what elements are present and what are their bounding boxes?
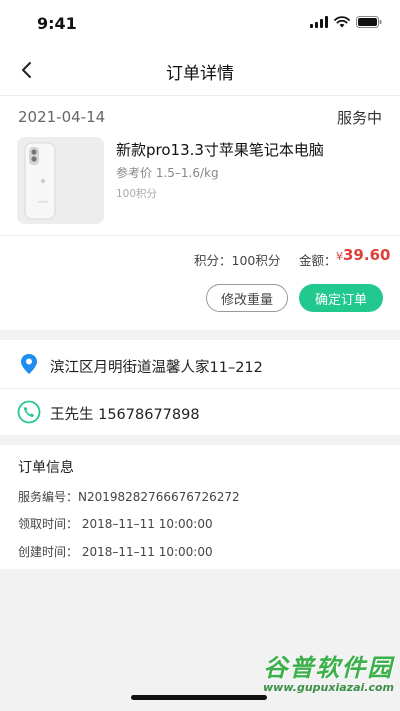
address-text: 滨江区月明街道温馨人家11–212	[50, 360, 263, 376]
navigation-bar: 订单详情	[0, 44, 400, 96]
contact-row[interactable]: 王先生 15678677898	[0, 389, 400, 435]
page-title: 订单详情	[166, 64, 234, 84]
edit-weight-button[interactable]: 修改重量	[206, 284, 288, 312]
pickup-time: 领取时间： 2018–11–11 10:00:00	[18, 517, 213, 531]
status-icons	[310, 16, 382, 28]
confirm-order-button[interactable]: 确定订单	[299, 284, 383, 312]
amount-number: 39.60	[343, 246, 391, 264]
status-time: 9:41	[37, 14, 77, 33]
product-title: 新款pro13.3寸苹果笔记本电脑	[116, 141, 324, 159]
product-reference-price: 参考价 1.5–1.6/kg	[116, 166, 219, 180]
amount-label: 金额：	[299, 253, 337, 268]
product-points: 100积分	[116, 188, 158, 200]
order-status: 服务中	[336, 109, 382, 127]
phone-image	[17, 137, 104, 224]
currency-symbol: ¥	[336, 250, 343, 263]
location-pin-icon	[21, 354, 37, 374]
battery-icon	[356, 16, 382, 28]
product-image	[17, 137, 104, 224]
order-info-section: 订单信息 服务编号：N20198282766676726272 领取时间： 20…	[0, 445, 400, 569]
amount-value: ¥39.60	[336, 246, 390, 264]
status-bar: 9:41	[0, 0, 400, 44]
wifi-icon	[334, 16, 350, 28]
order-date: 2021-04-14	[18, 108, 106, 126]
cellular-signal-icon	[310, 16, 328, 28]
divider	[0, 235, 400, 236]
contact-text: 王先生 15678677898	[50, 407, 200, 423]
order-info-title: 订单信息	[18, 460, 74, 476]
watermark: 谷普软件园 www.gupuxiazai.com	[263, 648, 394, 694]
watermark-text: 谷普软件园	[263, 654, 394, 682]
home-indicator	[131, 695, 267, 700]
watermark-url: www.gupuxiazai.com	[263, 681, 394, 694]
points-summary: 积分：100积分	[194, 253, 281, 268]
phone-icon	[17, 400, 41, 424]
created-time: 创建时间： 2018–11–11 10:00:00	[18, 545, 213, 559]
order-card: 2021-04-14 服务中 新款pro13.3寸苹果笔记本电脑 参考价 1.5…	[0, 96, 400, 330]
service-number: 服务编号：N20198282766676726272	[18, 490, 240, 504]
address-row[interactable]: 滨江区月明街道温馨人家11–212	[0, 340, 400, 388]
